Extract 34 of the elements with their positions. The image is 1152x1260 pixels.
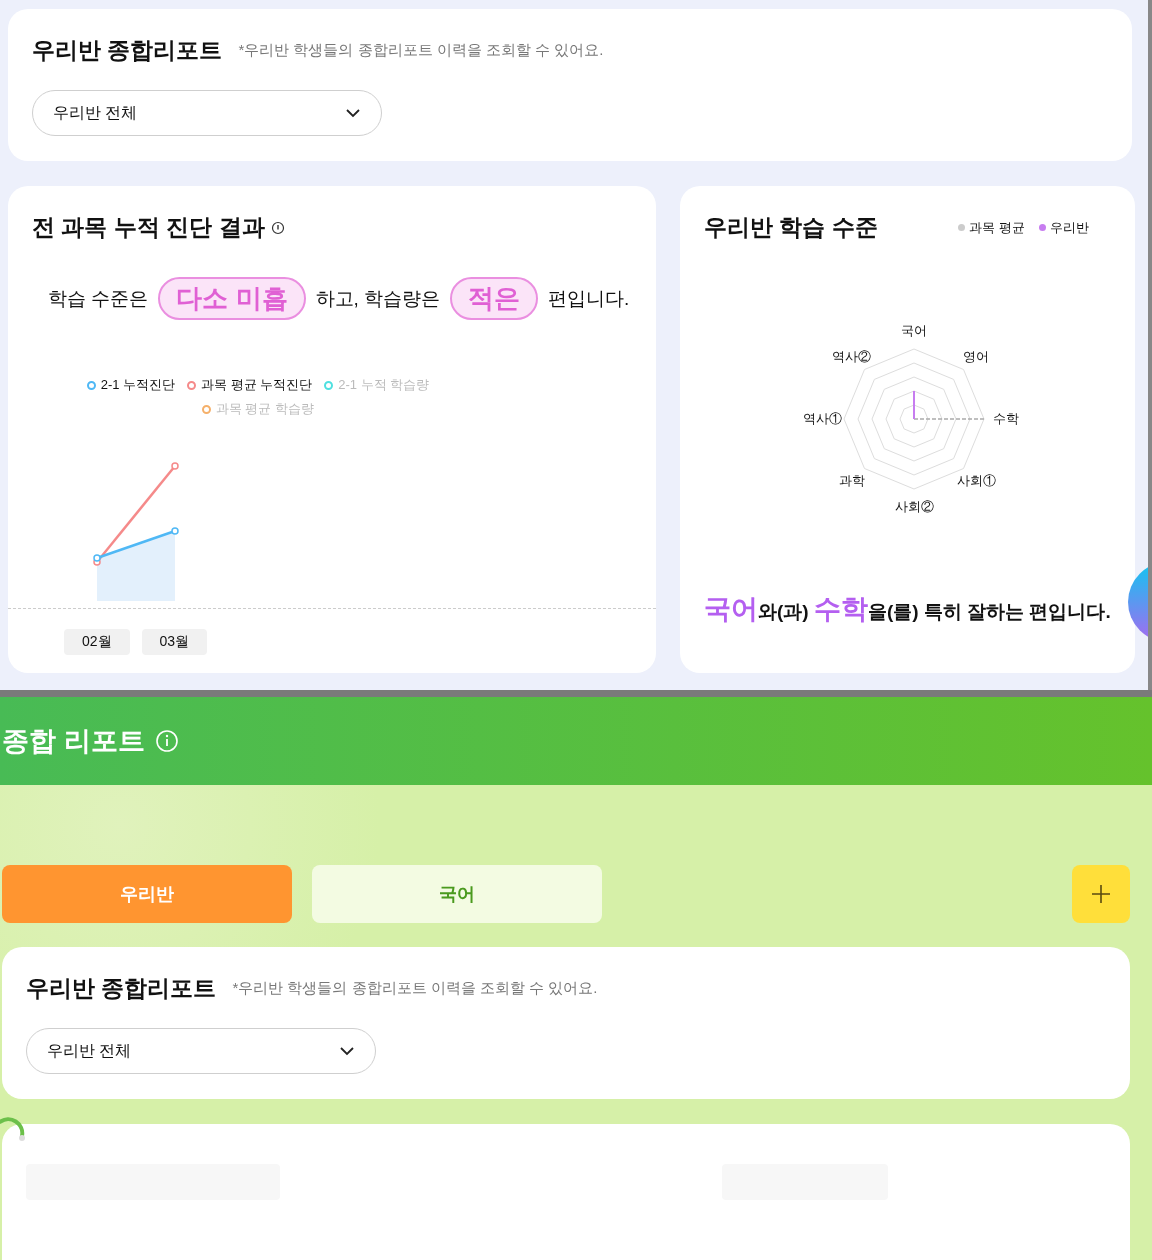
legend-label: 우리반 <box>1049 218 1089 237</box>
axis-label: 과학 <box>838 472 865 491</box>
summary-text: 학습 수준은 <box>48 286 149 311</box>
month-label: 03월 <box>141 629 208 655</box>
info-icon[interactable] <box>270 220 285 235</box>
legend-label[interactable]: 2-1 누적진단 <box>100 376 176 394</box>
report-title: 우리반 종합리포트 <box>32 36 223 65</box>
summary-text: 국어와(과) 수학을(를) 특히 잘하는 편입니다. <box>704 593 1111 626</box>
summary-text: 편입니다. <box>548 286 630 311</box>
axis-label: 수학 <box>993 410 1019 428</box>
card-title: 전 과목 누적 진단 결과 <box>32 213 265 242</box>
chevron-down-icon <box>345 108 361 118</box>
axis-label: 사회① <box>956 472 996 491</box>
axis-label: 역사① <box>802 410 842 428</box>
add-button[interactable] <box>1072 865 1130 923</box>
level-badge: 적은 <box>450 277 539 320</box>
legend-label: 과목 평균 <box>969 218 1025 237</box>
month-label: 02월 <box>64 629 130 655</box>
axis-label: 국어 <box>901 322 927 340</box>
summary-text: 하고, 학습량은 <box>315 286 441 311</box>
class-line <box>913 390 915 420</box>
axis-label: 역사② <box>832 347 872 366</box>
axis-label: 영어 <box>963 347 990 366</box>
axis-label: 사회② <box>894 498 934 516</box>
average-line <box>913 418 985 420</box>
plus-icon <box>1091 884 1111 904</box>
report-note: *우리반 학생들의 종합리포트 이력을 조회할 수 있어요. <box>238 41 604 60</box>
report-title: 우리반 종합리포트 <box>26 974 217 1003</box>
report-note: *우리반 학생들의 종합리포트 이력을 조회할 수 있어요. <box>232 979 598 998</box>
chevron-down-icon <box>339 1046 355 1056</box>
level-badge: 다소 미흡 <box>158 277 306 320</box>
page-title: 종합 리포트 <box>2 725 145 758</box>
card-title: 우리반 학습 수준 <box>704 213 878 242</box>
legend-label[interactable]: 과목 평균 누적진단 <box>201 376 313 394</box>
